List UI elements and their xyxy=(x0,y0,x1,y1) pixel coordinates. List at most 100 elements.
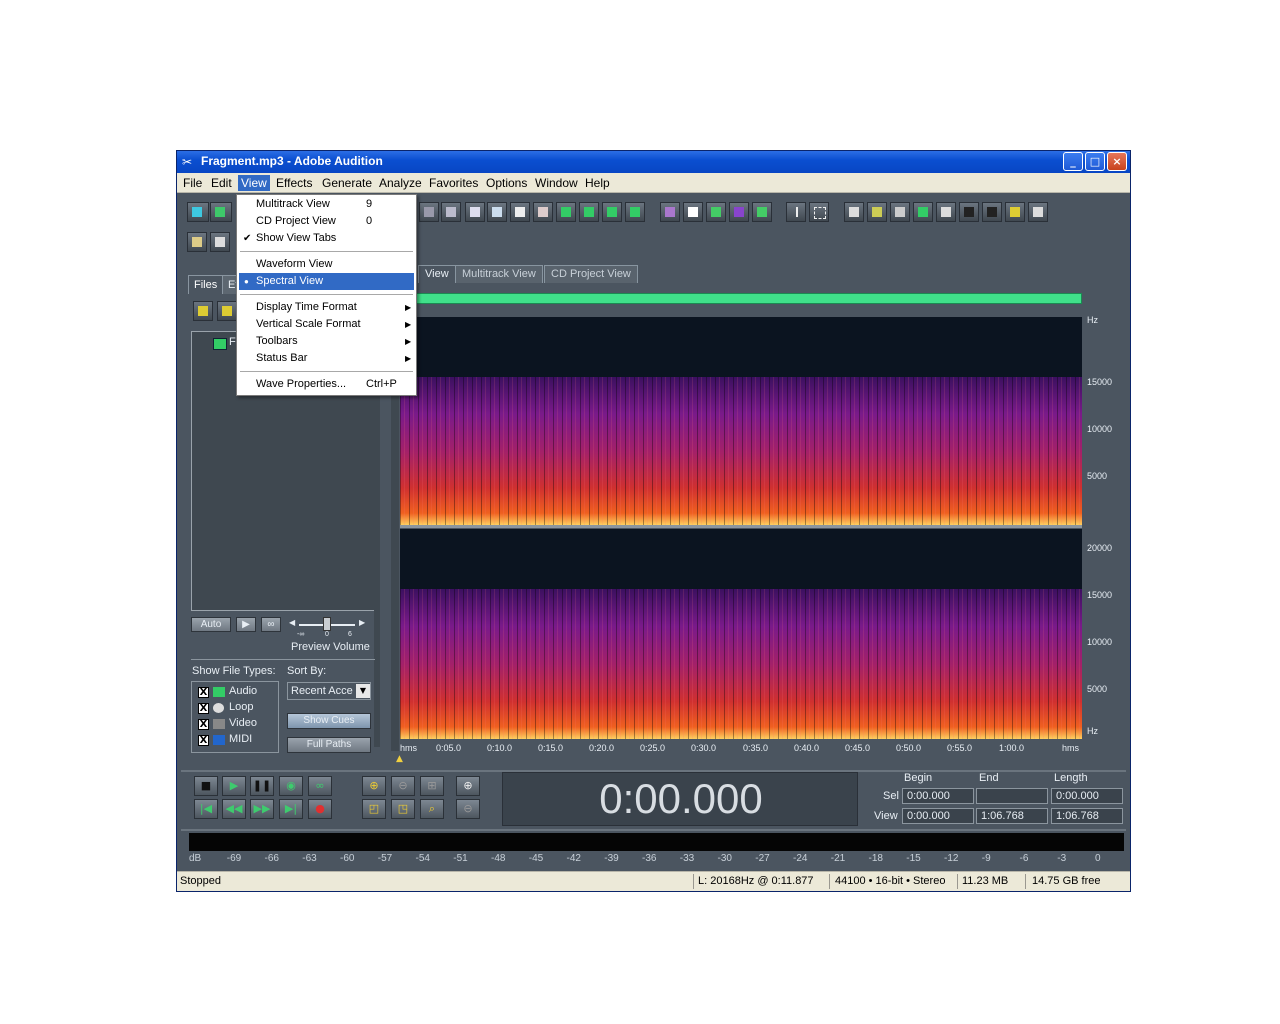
zoom-out-vertical-icon[interactable]: ⊖ xyxy=(456,799,480,819)
check-box-icon[interactable] xyxy=(683,202,703,222)
status-panel-icon[interactable] xyxy=(1028,202,1048,222)
paste-icon[interactable] xyxy=(533,202,553,222)
trim-icon[interactable] xyxy=(602,202,622,222)
sel-end-field[interactable] xyxy=(976,788,1048,804)
pause-button[interactable]: ❚❚ xyxy=(250,776,274,796)
properties-icon[interactable] xyxy=(890,202,910,222)
menu-favorites[interactable]: Favorites xyxy=(426,175,481,191)
grid-icon[interactable] xyxy=(706,202,726,222)
menu-item-status-bar[interactable]: Status Bar ▶ xyxy=(239,350,414,367)
marquee-tool-icon[interactable] xyxy=(809,202,829,222)
script-icon[interactable] xyxy=(210,232,230,252)
mix-paste-icon[interactable] xyxy=(579,202,599,222)
playhead-marker-icon[interactable]: ▲ xyxy=(396,754,403,764)
menu-window[interactable]: Window xyxy=(532,175,581,191)
scissors-icon[interactable] xyxy=(187,232,207,252)
sort-by-select[interactable]: Recent Acce ▼ xyxy=(287,682,371,700)
auto-play-button[interactable]: Auto xyxy=(191,617,231,632)
spectral-channel-right[interactable] xyxy=(400,529,1082,739)
play-to-end-button[interactable]: ◉ xyxy=(279,776,303,796)
selection-panel-icon[interactable] xyxy=(982,202,1002,222)
menu-item-wave-properties[interactable]: Wave Properties... Ctrl+P xyxy=(239,376,414,393)
menu-help[interactable]: Help xyxy=(582,175,613,191)
phone-icon[interactable] xyxy=(625,202,645,222)
menu-item-spectral-view[interactable]: ● Spectral View xyxy=(239,273,414,290)
waveform-view-icon[interactable] xyxy=(187,202,209,222)
play-preview-icon[interactable]: ▶ xyxy=(236,617,256,632)
tab-files[interactable]: Files xyxy=(188,275,224,294)
menu-options[interactable]: Options xyxy=(483,175,530,191)
grid-alt-icon[interactable] xyxy=(729,202,749,222)
volume-slider-thumb[interactable] xyxy=(323,617,331,631)
overview-bar[interactable] xyxy=(416,293,1082,304)
play-button[interactable]: ▶ xyxy=(222,776,246,796)
zoom-out-icon[interactable]: ⊖ xyxy=(391,776,415,796)
full-paths-button[interactable]: Full Paths xyxy=(287,737,371,753)
menu-view[interactable]: View xyxy=(238,175,270,191)
menu-item-display-time-format[interactable]: Display Time Format ▶ xyxy=(239,299,414,316)
file-item[interactable]: F xyxy=(229,336,236,348)
play-panel-icon[interactable] xyxy=(913,202,933,222)
zoom-panel-icon[interactable] xyxy=(936,202,956,222)
minimize-button[interactable]: _ xyxy=(1063,152,1083,171)
menu-item-vertical-scale-format[interactable]: Vertical Scale Format ▶ xyxy=(239,316,414,333)
menu-item-toolbars[interactable]: Toolbars ▶ xyxy=(239,333,414,350)
open-file-icon[interactable] xyxy=(193,301,213,321)
view-end-field[interactable]: 1:06.768 xyxy=(976,808,1048,824)
zoom-full-icon[interactable]: ⊞ xyxy=(420,776,444,796)
list-icon[interactable] xyxy=(867,202,887,222)
envelope-icon[interactable] xyxy=(660,202,680,222)
menu-edit[interactable]: Edit xyxy=(208,175,235,191)
fast-forward-button[interactable]: ▶▶ xyxy=(250,799,274,819)
view-begin-field[interactable]: 0:00.000 xyxy=(902,808,974,824)
midi-checkbox[interactable]: X xyxy=(198,735,209,746)
go-to-start-button[interactable]: |◀ xyxy=(194,799,218,819)
menu-file[interactable]: File xyxy=(180,175,205,191)
menu-item-waveform-view[interactable]: Waveform View xyxy=(239,256,414,273)
zoom-in-icon[interactable]: ⊕ xyxy=(362,776,386,796)
loop-button[interactable]: ∞ xyxy=(308,776,332,796)
time-selection-tool-icon[interactable] xyxy=(786,202,806,222)
window-icon[interactable] xyxy=(844,202,864,222)
close-button[interactable]: × xyxy=(1107,152,1127,171)
zoom-right-icon[interactable]: ◳ xyxy=(391,799,415,819)
copy-to-new-icon[interactable] xyxy=(487,202,507,222)
grid-snap-icon[interactable] xyxy=(752,202,772,222)
go-to-end-button[interactable]: ▶| xyxy=(279,799,303,819)
paste-new-icon[interactable] xyxy=(556,202,576,222)
menu-effects[interactable]: Effects xyxy=(273,175,315,191)
copy-icon[interactable] xyxy=(465,202,485,222)
menu-analyze[interactable]: Analyze xyxy=(376,175,425,191)
import-icon[interactable] xyxy=(217,301,237,321)
tab-spectral-view[interactable]: View xyxy=(418,265,456,283)
level-panel-icon[interactable] xyxy=(1005,202,1025,222)
title-bar[interactable]: ✂ Fragment.mp3 - Adobe Audition _ □ × xyxy=(177,151,1130,173)
zoom-left-icon[interactable]: ◰ xyxy=(362,799,386,819)
sel-length-field[interactable]: 0:00.000 xyxy=(1051,788,1123,804)
video-checkbox[interactable]: X xyxy=(198,719,209,730)
menu-item-show-view-tabs[interactable]: ✔ Show View Tabs xyxy=(239,230,414,247)
record-button[interactable]: ● xyxy=(308,799,332,819)
menu-item-cd-project-view[interactable]: CD Project View 0 xyxy=(239,213,414,230)
audio-checkbox[interactable]: X xyxy=(198,687,209,698)
maximize-button[interactable]: □ xyxy=(1085,152,1105,171)
preview-volume-slider[interactable]: ◀ ▶ xyxy=(289,617,365,632)
chevron-down-icon[interactable]: ▼ xyxy=(356,684,370,698)
multitrack-view-icon[interactable] xyxy=(210,202,232,222)
show-cues-button[interactable]: Show Cues xyxy=(287,713,371,729)
tab-multitrack-view[interactable]: Multitrack View xyxy=(455,265,543,283)
menu-item-multitrack-view[interactable]: Multitrack View 9 xyxy=(239,196,414,213)
redo-icon[interactable] xyxy=(419,202,439,222)
level-meter[interactable] xyxy=(189,833,1124,851)
menu-generate[interactable]: Generate xyxy=(319,175,375,191)
sel-begin-field[interactable]: 0:00.000 xyxy=(902,788,974,804)
tab-cd-project-view[interactable]: CD Project View xyxy=(544,265,638,283)
cut-icon[interactable] xyxy=(510,202,530,222)
rewind-button[interactable]: ◀◀ xyxy=(222,799,246,819)
zoom-selection-icon[interactable]: ⌕ xyxy=(420,799,444,819)
spectral-channel-left[interactable] xyxy=(400,317,1082,525)
stop-button[interactable]: ■ xyxy=(194,776,218,796)
loop-checkbox[interactable]: X xyxy=(198,703,209,714)
view-length-field[interactable]: 1:06.768 xyxy=(1051,808,1123,824)
scissors-clip-icon[interactable] xyxy=(441,202,461,222)
